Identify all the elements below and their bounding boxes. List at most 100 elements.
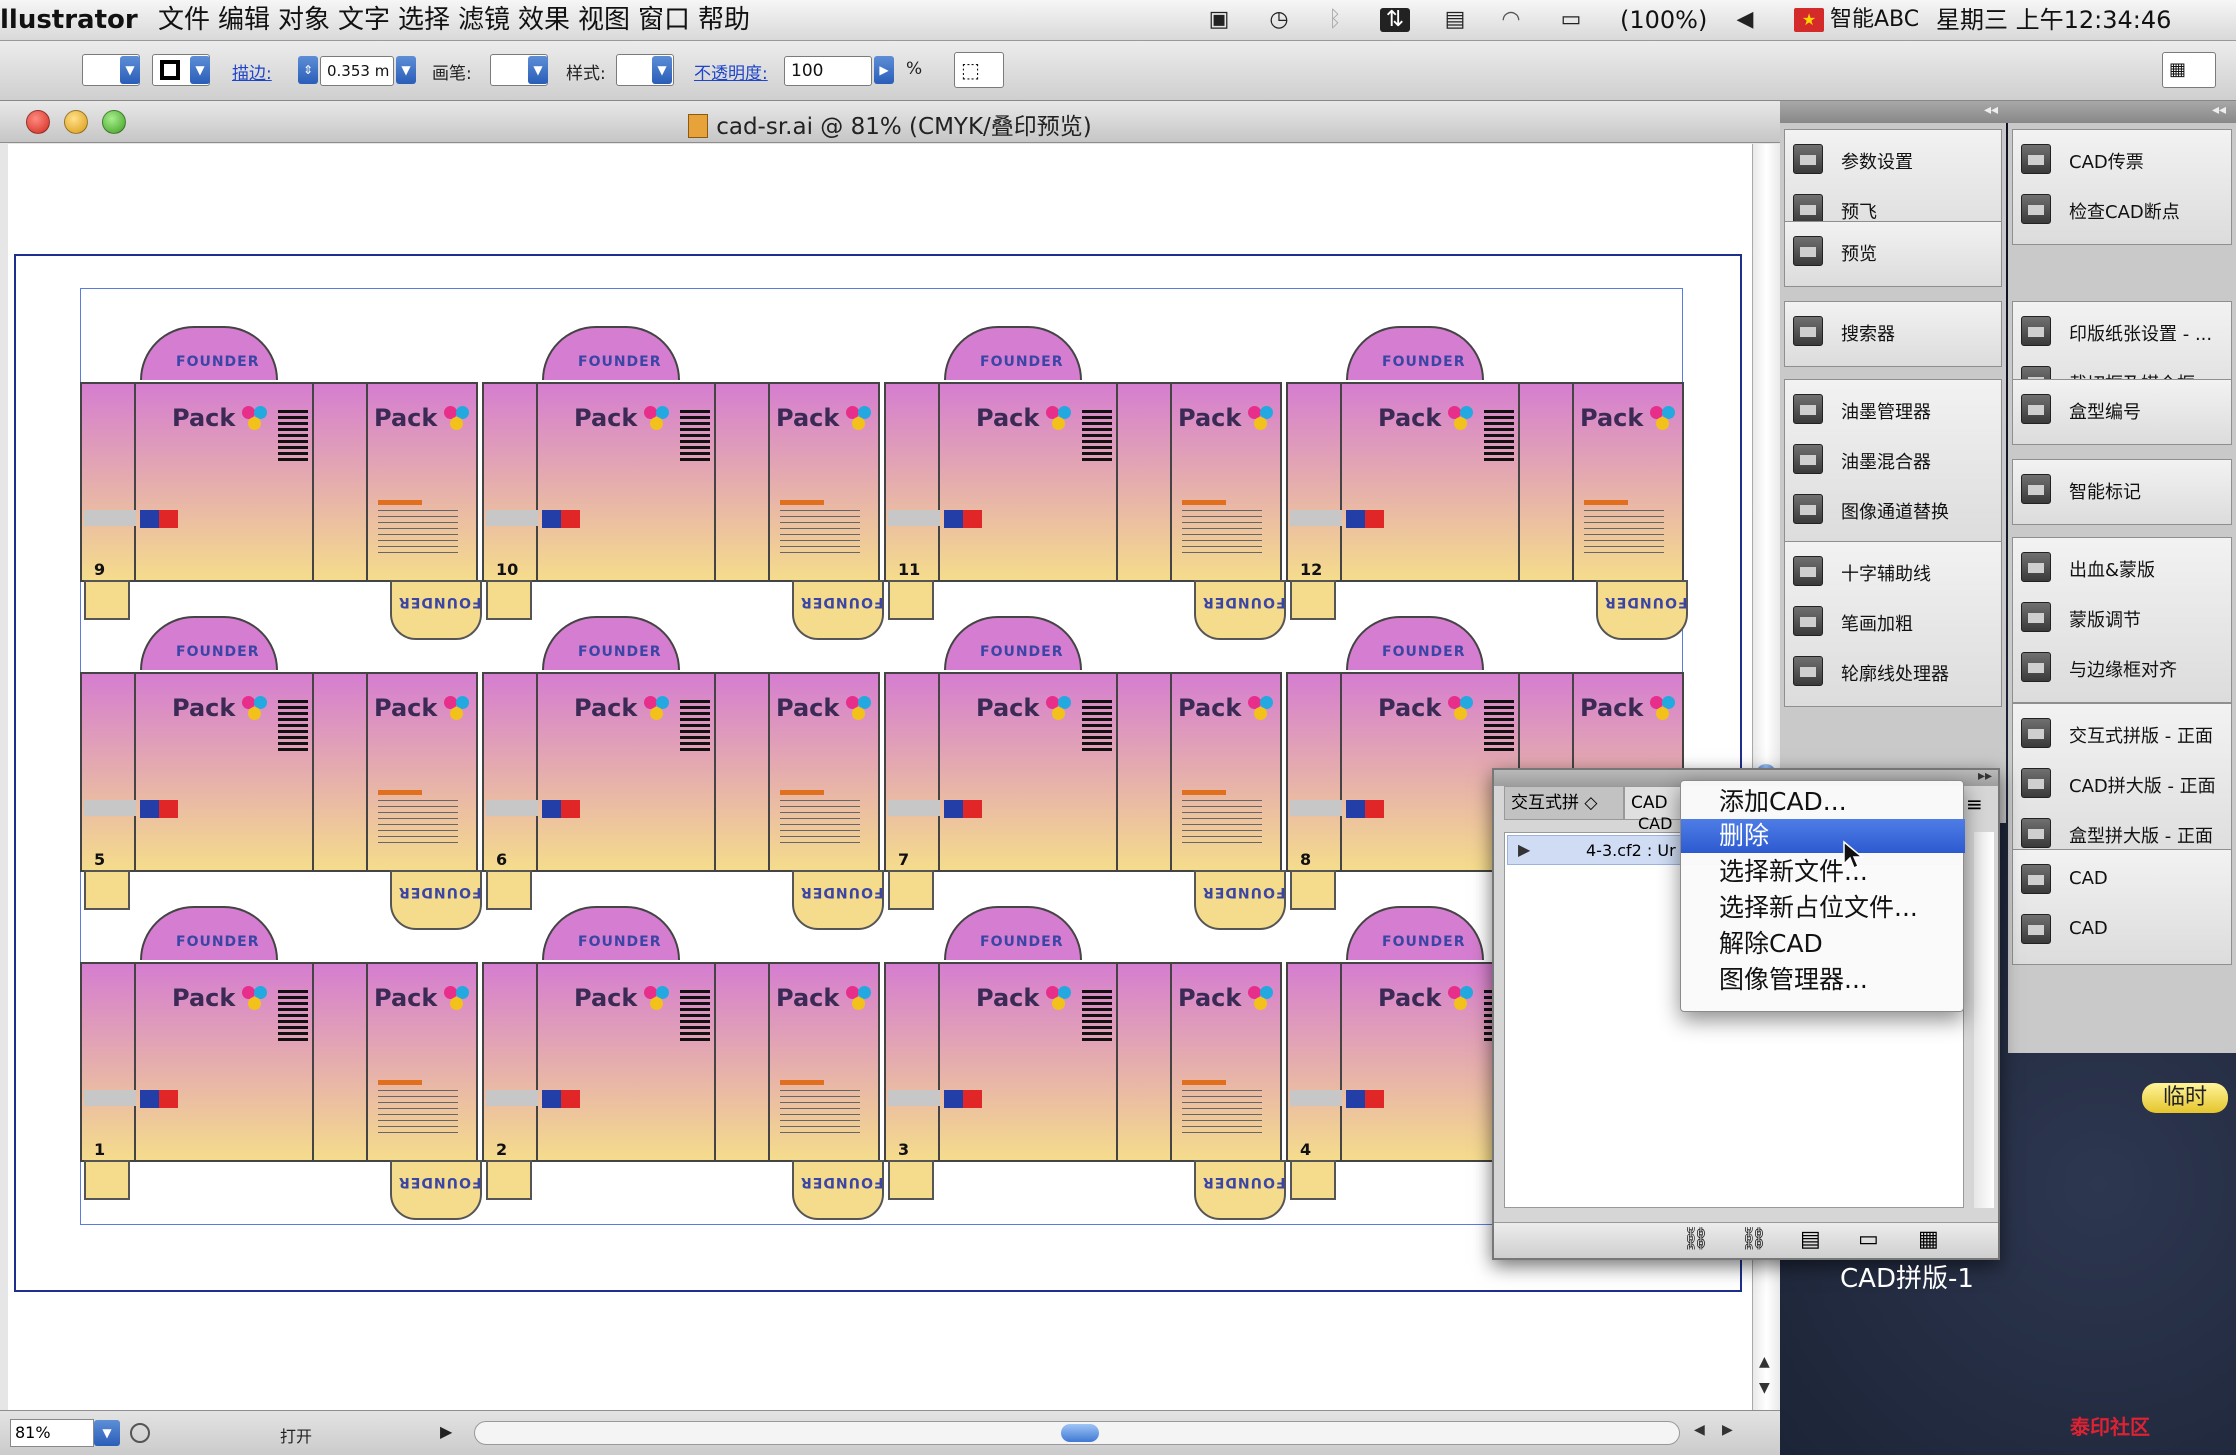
pack-dots-icon	[242, 406, 268, 432]
style-dropdown[interactable]: ▼	[652, 56, 672, 84]
horizontal-scroll-thumb[interactable]	[1061, 1424, 1099, 1442]
panel-item-label: 与边缘框对齐	[2069, 660, 2177, 681]
menu-filter[interactable]: 滤镜	[458, 4, 510, 36]
cad-list-scrollbar[interactable]	[1974, 832, 1994, 1208]
zoom-field[interactable]: 81%	[10, 1419, 94, 1447]
app-menu[interactable]: llustrator	[0, 4, 138, 36]
scroll-down-icon[interactable]: ▼	[1759, 1380, 1770, 1396]
menu-item-select-new-placeholder[interactable]: 选择新占位文件...	[1681, 891, 1965, 925]
barcode	[1484, 410, 1514, 462]
flag-icon[interactable]: ★	[1794, 8, 1824, 32]
packaging-box[interactable]: FOUNDER FOUNDER Pack Pack 5	[80, 616, 484, 946]
menu-item-release-cad[interactable]: 解除CAD	[1681, 927, 1965, 961]
packaging-box[interactable]: FOUNDER FOUNDER Pack Pack 2	[482, 906, 886, 1236]
menu-view[interactable]: 视图	[578, 4, 630, 36]
clock[interactable]: 星期三 上午12:34:46	[1936, 4, 2171, 36]
selection-tool-icon[interactable]: ⬚	[954, 52, 1004, 88]
tab-interactive-imposition[interactable]: 交互式拼 ◇	[1504, 786, 1624, 820]
pack-logo: Pack	[776, 984, 840, 1012]
panel-menu-icon[interactable]: ≡	[1966, 792, 1983, 816]
zoom-dropdown[interactable]: ▼	[94, 1420, 120, 1446]
image-icon[interactable]: ▤	[1800, 1227, 1821, 1252]
volume-icon[interactable]: ◀	[1730, 8, 1760, 32]
stroke-label[interactable]: 描边:	[232, 59, 272, 84]
brush-dropdown[interactable]: ▼	[528, 56, 548, 84]
menu-window[interactable]: 窗口	[638, 4, 690, 36]
menu-item-image-manager[interactable]: 图像管理器...	[1681, 963, 1965, 997]
title-bar[interactable]: cad-sr.ai @ 81% (CMYK/叠印预览)	[0, 101, 1780, 143]
status-menu-icon[interactable]	[130, 1423, 150, 1443]
temp-badge[interactable]: 临时	[2142, 1083, 2228, 1113]
menu-help[interactable]: 帮助	[698, 4, 750, 36]
panel-item-icon	[2021, 768, 2051, 798]
packaging-box[interactable]: FOUNDER FOUNDER Pack Pack 6	[482, 616, 886, 946]
color-bar	[944, 510, 982, 528]
stroke-dropdown[interactable]: ▼	[190, 56, 210, 84]
stroke-weight-dropdown[interactable]: ▼	[396, 56, 416, 84]
menu-type[interactable]: 文字	[338, 4, 390, 36]
expand-icon[interactable]: ▸▸	[1978, 768, 1992, 784]
menu-effect[interactable]: 效果	[518, 4, 570, 36]
stroke-weight-field[interactable]: 0.353 m	[320, 56, 394, 86]
packaging-box[interactable]: FOUNDER FOUNDER Pack Pack 9	[80, 326, 484, 656]
time-machine-icon[interactable]: ◷	[1264, 8, 1294, 32]
box-side-panel	[1286, 382, 1342, 582]
scroll-right-icon[interactable]: ▶	[1722, 1422, 1733, 1438]
packaging-box[interactable]: FOUNDER FOUNDER Pack Pack 3	[884, 906, 1288, 1236]
panel-group: CAD CAD	[2012, 849, 2232, 965]
panel-item-label: 盒型拼大版 - 正面	[2069, 826, 2213, 847]
packaging-box[interactable]: FOUNDER FOUNDER Pack Pack 7	[884, 616, 1288, 946]
packaging-box[interactable]: FOUNDER FOUNDER Pack Pack 10	[482, 326, 886, 656]
folder-icon[interactable]: ▭	[1858, 1227, 1879, 1252]
opacity-dropdown[interactable]: ▶	[874, 56, 894, 84]
pack-logo: Pack	[1178, 694, 1242, 722]
packaging-box[interactable]: FOUNDER FOUNDER Pack Pack 12	[1286, 326, 1690, 656]
packaging-box[interactable]: FOUNDER FOUNDER Pack Pack 1	[80, 906, 484, 1236]
bluetooth-icon[interactable]: ᛒ	[1320, 8, 1350, 32]
box-number: 5	[94, 850, 106, 869]
menu-item-delete[interactable]: 删除	[1681, 819, 1965, 853]
battery-icon[interactable]: ▭	[1556, 8, 1586, 32]
status-arrow-icon[interactable]: ▶	[440, 1422, 452, 1441]
unlink-cad-icon[interactable]: ⛓	[1740, 1227, 1768, 1252]
founder-logo: FOUNDER	[176, 934, 260, 950]
canvas[interactable]: FOUNDER FOUNDER Pack Pack 9 FOUNDER FOUNDER Pac…	[8, 144, 1752, 1410]
wifi-icon[interactable]: ◠	[1496, 8, 1526, 32]
collapse-icon[interactable]: ◂◂	[2212, 102, 2226, 118]
input-method[interactable]: 智能ABC	[1830, 4, 1919, 36]
text-heading-bar	[1584, 500, 1628, 505]
menu-edit[interactable]: 编辑	[218, 4, 270, 36]
pack-logo: Pack	[1580, 694, 1644, 722]
collapse-icon[interactable]: ◂◂	[1984, 102, 1998, 118]
panel-group: CAD传票 检查CAD断点	[2012, 129, 2232, 245]
dock-header-col2[interactable]: ◂◂	[2008, 101, 2236, 123]
bridge-icon[interactable]: ▦	[2162, 52, 2216, 88]
menu-file[interactable]: 文件	[158, 4, 210, 36]
opacity-label[interactable]: 不透明度:	[694, 59, 768, 84]
menu-object[interactable]: 对象	[278, 4, 330, 36]
fill-dropdown[interactable]: ▼	[120, 56, 140, 84]
pack-logo: Pack	[976, 404, 1040, 432]
link-cad-icon[interactable]: ⛓	[1682, 1227, 1710, 1252]
camera-icon[interactable]: ▣	[1204, 8, 1234, 32]
memory-icon[interactable]: ▤	[1440, 8, 1470, 32]
pack-logo: Pack	[1580, 404, 1644, 432]
menu-item-add-cad[interactable]: 添加CAD...	[1681, 785, 1965, 819]
barcode	[680, 990, 710, 1042]
scroll-up-icon[interactable]: ▲	[1759, 1354, 1770, 1370]
scroll-left-icon[interactable]: ◀	[1694, 1422, 1705, 1438]
panel-item-label: 智能标记	[2069, 482, 2141, 503]
menu-select[interactable]: 选择	[398, 4, 450, 36]
packaging-box[interactable]: FOUNDER FOUNDER Pack Pack 11	[884, 326, 1288, 656]
stroke-stepper[interactable]: ⇕	[298, 56, 318, 84]
menu-item-select-new-file[interactable]: 选择新文件...	[1681, 855, 1965, 889]
expand-triangle-icon[interactable]: ▶	[1518, 840, 1530, 859]
grid-icon[interactable]: ▦	[1918, 1227, 1939, 1252]
color-bar	[1346, 1090, 1384, 1108]
pack-dots-icon	[1448, 696, 1474, 722]
opacity-field[interactable]: 100	[784, 56, 872, 86]
dock-header-col1[interactable]: ◂◂	[1780, 101, 2008, 123]
horizontal-scrollbar[interactable]	[474, 1421, 1680, 1445]
color-bar	[1346, 510, 1384, 528]
sync-icon[interactable]: ⇅	[1380, 8, 1410, 32]
